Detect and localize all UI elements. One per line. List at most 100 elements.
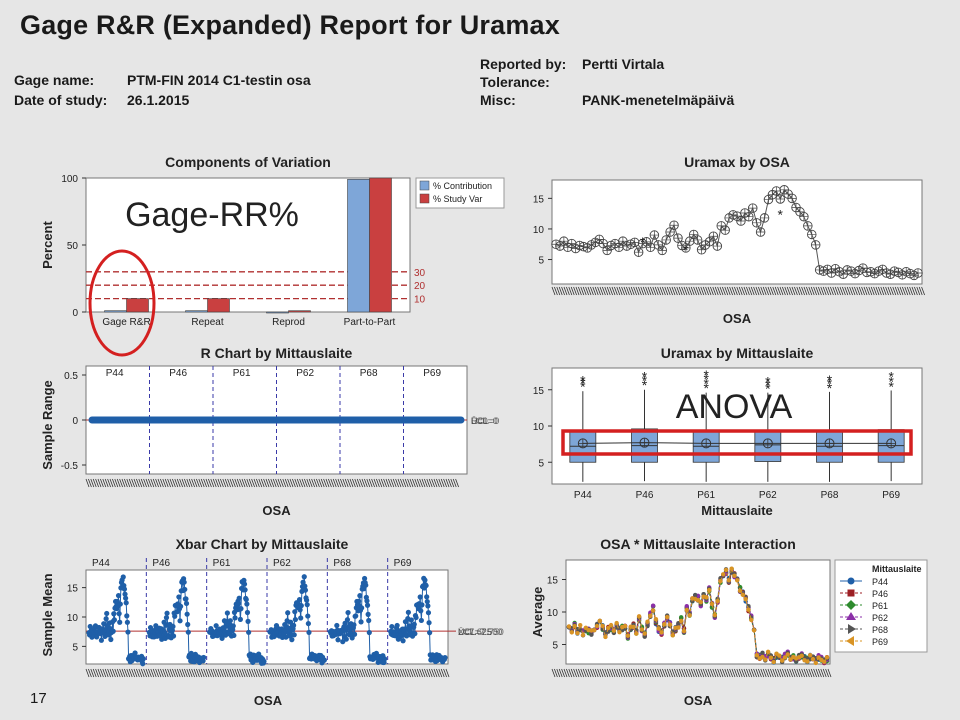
xbar-point <box>230 623 236 629</box>
interaction-point <box>650 603 656 608</box>
xbar-point <box>140 661 146 667</box>
interaction-point <box>578 623 583 628</box>
xbar-point <box>418 608 424 614</box>
xbar-point <box>305 620 311 627</box>
xbar-point <box>170 623 176 630</box>
interaction-point <box>659 630 664 635</box>
xbar-point <box>301 574 307 580</box>
xbar-point <box>423 582 429 589</box>
xbar-point <box>425 610 432 616</box>
xbar-point <box>178 603 184 609</box>
interaction-point <box>667 622 673 627</box>
xbar-ytick-label: 15 <box>67 584 79 595</box>
xbar-point <box>417 594 423 600</box>
interaction-point <box>569 630 575 635</box>
interaction-point <box>704 595 709 600</box>
xbar-point <box>357 593 363 599</box>
xbar-point <box>244 601 250 607</box>
xbar-point <box>227 618 233 624</box>
interaction-point <box>650 608 656 613</box>
interaction-point <box>723 567 729 573</box>
xbar-xtick-labels <box>85 668 450 678</box>
interaction-point <box>807 652 813 658</box>
interaction-point <box>622 623 628 629</box>
xbar-group-label: P62 <box>273 558 291 569</box>
xbar-point <box>110 628 116 634</box>
interaction-legend: Mittauslaite P44 P46 P61 P62 P68 P69 <box>834 559 928 653</box>
interaction-point <box>653 617 659 622</box>
xbar-point <box>306 629 312 636</box>
interaction-point <box>768 655 774 660</box>
interaction-point <box>572 623 577 629</box>
xbar-point <box>424 594 430 600</box>
by-osa-xtick-labels <box>551 286 925 296</box>
interaction-legend-label: P44 <box>872 577 888 587</box>
xbar-point <box>363 582 369 588</box>
anova-annotation: ANOVA <box>676 388 793 426</box>
xbar-ytick-label: 10 <box>67 613 79 624</box>
r-chart-group-label: P46 <box>169 368 187 379</box>
xbar-point <box>163 615 170 621</box>
interaction-point <box>676 625 681 630</box>
interaction-legend-label: P68 <box>872 625 888 635</box>
xbar-point <box>184 611 190 617</box>
r-chart-xtick-labels <box>85 478 459 488</box>
interaction-point <box>760 650 765 656</box>
xbar-point <box>237 616 243 623</box>
xbar-point <box>232 615 238 621</box>
xbar-point <box>241 581 248 587</box>
interaction-point <box>735 578 740 583</box>
xbar-point <box>121 586 128 592</box>
components-ytick-label: 100 <box>61 174 78 185</box>
xbar-point <box>140 656 146 662</box>
xbar-point <box>123 595 129 601</box>
interaction-point <box>687 613 692 618</box>
xbar-point <box>117 619 123 625</box>
interaction-point <box>608 622 614 628</box>
xbar-point <box>302 587 309 593</box>
interaction-ytick-label: 15 <box>547 576 559 587</box>
xbar-point <box>124 619 130 625</box>
boxplot-category-label: P69 <box>882 490 900 501</box>
xbar-point <box>394 622 400 629</box>
gage-rr-annotation: Gage-RR% <box>125 196 299 234</box>
interaction-point <box>656 626 661 631</box>
xbar-point <box>185 621 191 628</box>
boxplot-ytick-label: 15 <box>533 386 545 397</box>
xbar-point <box>345 609 351 616</box>
xbar-point <box>400 638 406 644</box>
interaction-point <box>726 578 732 583</box>
components-bar-contribution <box>347 179 370 313</box>
interaction-point <box>799 653 804 658</box>
interaction-point <box>732 573 737 578</box>
interaction-point <box>743 597 748 602</box>
xbar-point <box>334 622 340 629</box>
xbar-point <box>405 609 411 615</box>
xbar-point <box>243 596 249 603</box>
components-bar-study-var <box>369 177 392 313</box>
interaction-point <box>749 617 754 623</box>
xbar-point <box>177 618 183 624</box>
by-osa-title: Uramax by OSA <box>684 154 790 170</box>
interaction-point <box>821 659 827 664</box>
boxplot-outlier: * <box>765 373 771 389</box>
xbar-point <box>224 610 230 616</box>
xbar-point <box>170 633 177 639</box>
xbar-point <box>298 615 304 621</box>
interaction-legend-title: Mittauslaite <box>872 564 922 574</box>
xbar-group-label: P44 <box>92 558 110 569</box>
components-reference-label: 20 <box>414 281 426 292</box>
interaction-legend-label: P62 <box>872 613 888 623</box>
by-osa-ytick-label: 5 <box>538 256 544 267</box>
xbar-point <box>291 632 297 638</box>
interaction-point <box>729 566 734 571</box>
interaction-point <box>575 630 580 636</box>
xbar-point <box>108 636 114 643</box>
interaction-point <box>611 628 617 633</box>
xbar-group-label: P61 <box>213 558 231 569</box>
xbar-point <box>116 611 122 617</box>
interaction-point <box>824 655 830 660</box>
xbar-point <box>419 602 425 608</box>
interaction-point <box>707 587 712 593</box>
xbar-point <box>236 600 242 606</box>
